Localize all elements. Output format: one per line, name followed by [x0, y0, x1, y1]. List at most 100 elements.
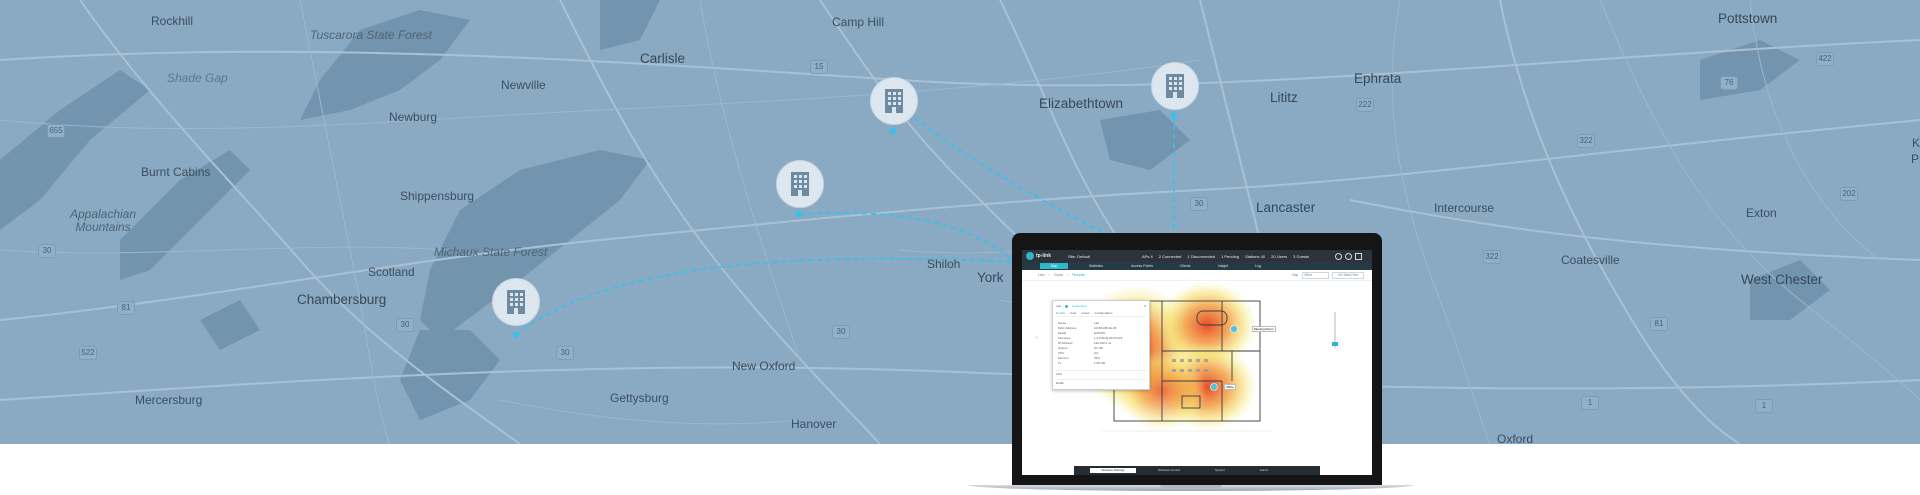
close-icon[interactable]: × — [1144, 303, 1146, 308]
route-shield: 30 — [832, 325, 850, 339]
town-label: Burnt Cabins — [141, 165, 211, 179]
town-label: West Chester — [1741, 272, 1823, 287]
town-label: Chambersburg — [297, 292, 387, 307]
wireless-settings-button[interactable]: Wireless Settings — [1090, 468, 1136, 473]
laptop: tp-link Site: Default APs 4 2 Connected … — [1012, 233, 1382, 485]
route-shield: 202 — [1840, 187, 1858, 201]
breadcrumb-item: Floorplan — [1071, 273, 1086, 277]
map-terrain — [0, 0, 1920, 444]
tab-log[interactable]: Log — [1246, 263, 1270, 269]
town-label: Newburg — [389, 110, 438, 124]
town-label: Mercersburg — [135, 393, 203, 407]
refresh-icon[interactable] — [1335, 253, 1342, 260]
route-shield: 1 — [1581, 396, 1599, 410]
panel-title: Lab — [1056, 304, 1062, 308]
link-node — [796, 211, 802, 217]
route-shield: 30 — [556, 346, 574, 360]
building-icon — [791, 172, 809, 196]
brand: tp-link — [1036, 253, 1051, 259]
town-label: Tuscarora State Forest — [310, 28, 432, 42]
admin-button[interactable]: Admin — [1246, 468, 1282, 473]
wireless-control-button[interactable]: Wireless Control — [1146, 468, 1192, 473]
stat-connected: 2 Connected — [1158, 254, 1182, 259]
town-label: Ephrata — [1354, 71, 1402, 86]
link-node — [513, 332, 519, 338]
town-label: Scotland — [368, 265, 415, 279]
town-label: Pottstown — [1718, 11, 1778, 26]
route-shield: 322 — [1483, 250, 1501, 264]
route-shield: 15 — [810, 60, 828, 74]
route-shield: 30 — [1190, 197, 1208, 211]
town-label: Rockhill — [151, 14, 194, 28]
map-action-button[interactable]: Get Back Here — [1332, 272, 1364, 279]
tab-statistics[interactable]: Statistics — [1078, 263, 1114, 269]
town-label: Carlisle — [640, 51, 686, 66]
site-selector[interactable]: Site: Default — [1068, 254, 1090, 259]
laptop-notch — [1160, 485, 1222, 488]
route-shield: 422 — [1816, 52, 1834, 66]
town-label: Camp Hill — [832, 15, 885, 29]
town-label: New Oxford — [732, 359, 796, 373]
panel-tabs: Details User Guest Configuration — [1056, 311, 1146, 317]
ap-icon — [1230, 325, 1238, 333]
system-button[interactable]: System — [1202, 468, 1238, 473]
stat-users: 20 Users — [1271, 254, 1288, 259]
town-label: Hanover — [791, 417, 837, 431]
office-marker[interactable] — [492, 278, 540, 326]
top-bar: tp-link Site: Default APs 4 2 Connected … — [1022, 250, 1372, 262]
link-node — [1171, 113, 1177, 119]
ap-label: Meeting Room — [1252, 326, 1276, 332]
panel-tab[interactable]: Details — [1056, 311, 1065, 315]
building-icon — [1166, 74, 1184, 98]
town-label: Exton — [1746, 206, 1777, 220]
collapse-arrow-icon[interactable]: ‹ — [1036, 335, 1038, 341]
route-shield: 30 — [396, 318, 414, 332]
tab-access-points[interactable]: Access Points — [1122, 263, 1162, 269]
panel-tab[interactable]: User — [1070, 311, 1076, 315]
route-shield: 222 — [1356, 98, 1374, 112]
panel-tab[interactable]: Configuration — [1095, 311, 1113, 315]
footer-strip — [0, 444, 1920, 495]
breadcrumb-item[interactable]: Global — [1054, 273, 1063, 277]
controller-screen: tp-link Site: Default APs 4 2 Connected … — [1022, 250, 1372, 475]
ap-label: Office — [1224, 384, 1236, 390]
route-shield: 30 — [38, 244, 56, 258]
town-label: Oxford — [1497, 432, 1534, 444]
background-map: Rockhill Tuscarora State Forest Shade Ga… — [0, 0, 1920, 444]
town-label: Shiloh — [927, 257, 961, 271]
tab-map[interactable]: Map — [1040, 263, 1068, 269]
office-marker[interactable] — [776, 160, 824, 208]
status-badge: Connected — [1072, 304, 1087, 308]
logout-icon[interactable] — [1355, 253, 1362, 260]
town-label: Gettysburg — [610, 391, 669, 405]
zoom-handle[interactable] — [1332, 342, 1338, 346]
office-marker[interactable] — [1151, 62, 1199, 110]
stat-stations: Stations 40 — [1245, 254, 1266, 259]
town-label: Intercourse — [1434, 201, 1495, 215]
town-label: Lititz — [1270, 90, 1298, 105]
route-shield: 655 — [47, 124, 65, 138]
status-dot-icon — [1065, 304, 1069, 308]
map-select[interactable]: Office — [1302, 272, 1329, 279]
panel-section[interactable]: Radio — [1056, 379, 1146, 385]
ap-icon — [1210, 383, 1218, 391]
town-label: K — [1912, 136, 1920, 150]
tab-clients[interactable]: Clients — [1170, 263, 1200, 269]
breadcrumb-item[interactable]: Lists — [1038, 273, 1045, 277]
map-select-label: Map — [1292, 273, 1299, 277]
link-line-3 — [798, 212, 1016, 263]
stat-pending: 1 Pending — [1221, 254, 1240, 259]
ap-detail-panel: Lab Connected × Details User Guest Confi… — [1052, 300, 1150, 390]
tab-insight[interactable]: Insight — [1208, 263, 1238, 269]
settings-icon[interactable] — [1345, 253, 1352, 260]
panel-section[interactable]: LAN — [1056, 370, 1146, 376]
town-label: York — [977, 270, 1004, 285]
detail-rows: Name Lab MAC Address A0-5B-DB-3A-8F Model E… — [1058, 321, 1146, 366]
town-label: Elizabethtown — [1039, 96, 1124, 111]
office-marker[interactable] — [870, 77, 918, 125]
main-tabs: Map Statistics Access Points Clients Ins… — [1022, 262, 1372, 270]
route-shield: 81 — [1650, 317, 1668, 331]
detail-row: Tx 1.56 GB — [1058, 361, 1106, 365]
panel-tab[interactable]: Guest — [1082, 311, 1090, 315]
town-label: Shippensburg — [400, 189, 475, 203]
